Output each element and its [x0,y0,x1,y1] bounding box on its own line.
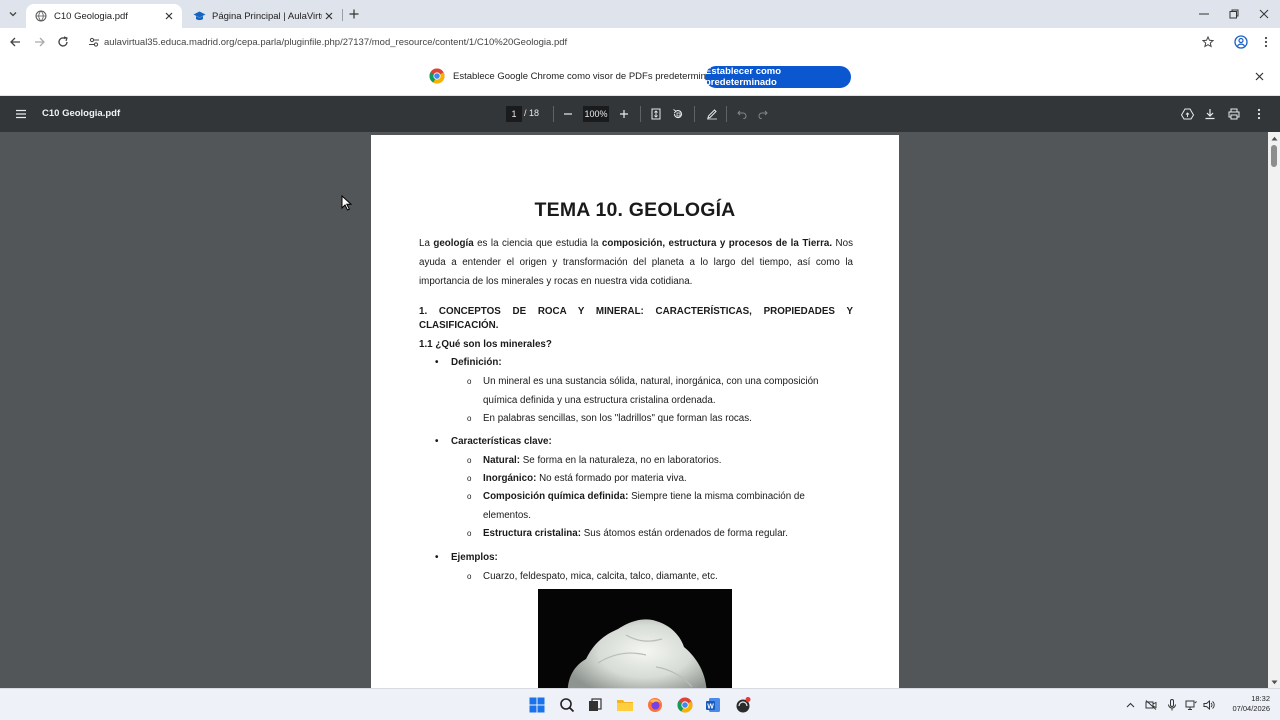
section-heading: 1. CONCEPTOS DE ROCA Y MINERAL: CARACTER… [419,306,853,331]
default-pdf-viewer-infobar: Establece Google Chrome como visor de PD… [0,56,1280,96]
microphone-icon[interactable] [1165,698,1179,712]
list-item: o En palabras sencillas, son los "ladrill… [467,413,752,424]
back-arrow-icon[interactable] [6,33,24,51]
pdf-more-vertical-icon[interactable] [1251,106,1267,122]
list-item: o Estructura cristalina: Sus átomos están… [467,528,788,539]
toolbar-separator [553,106,554,122]
address-bar[interactable]: aulavirtual35.educa.madrid.org/cepa.parl… [80,31,1222,53]
firefox-icon[interactable] [645,695,665,715]
subsection-heading: 1.1 ¿Qué son los minerales? [419,339,552,350]
set-default-button[interactable]: Establecer como predeterminado [705,66,851,88]
toolbar-separator [726,106,727,122]
volume-icon[interactable] [1202,698,1216,712]
svg-text:W: W [707,703,714,710]
profile-icon[interactable] [1232,33,1250,51]
page-total: / 18 [524,108,540,118]
network-icon[interactable] [1184,698,1198,712]
screen: C10 Geologia.pdf Página Principal | Aula… [0,0,1280,720]
camera-off-icon[interactable] [1144,698,1158,712]
zoom-in-icon[interactable] [616,106,632,122]
new-tab-plus-icon[interactable] [345,5,363,23]
redo-icon[interactable] [755,106,771,122]
page-number-input[interactable]: 1 [506,106,522,122]
download-icon[interactable] [1202,106,1218,122]
drive-upload-icon[interactable] [1179,106,1195,122]
pdf-file-name: C10 Geologia.pdf [42,108,121,119]
zoom-out-icon[interactable] [560,106,576,122]
document-title: TEMA 10. GEOLOGÍA [534,199,736,221]
minimize-icon[interactable] [1189,0,1219,28]
tab-divider [342,9,343,21]
reload-icon[interactable] [54,33,72,51]
toolbar-separator [694,106,695,122]
task-view-icon[interactable] [585,695,605,715]
tab-search-icon[interactable] [4,5,22,23]
restore-icon[interactable] [1219,0,1249,28]
vertical-scrollbar[interactable] [1268,132,1280,688]
list-item: o Cuarzo, feldespato, mica, calcita, talc… [467,571,718,582]
pdf-toolbar: C10 Geologia.pdf 1 / 18 100% [0,96,1280,132]
zoom-level-input[interactable]: 100% [583,106,609,122]
pdf-page: TEMA 10. GEOLOGÍA La geología es la cien… [371,135,899,688]
toolbar-separator [640,106,641,122]
list-item: • Definición: [435,357,502,368]
scroll-up-arrow-icon[interactable] [1270,134,1278,142]
graduation-cap-icon [192,9,206,23]
list-item: o Inorgánico: No está formado por materia… [467,473,687,484]
search-icon[interactable] [557,695,577,715]
print-icon[interactable] [1226,106,1242,122]
scroll-down-arrow-icon[interactable] [1270,678,1278,686]
site-info-icon[interactable] [84,32,104,52]
infobar-message: Establece Google Chrome como visor de PD… [453,70,722,82]
infobar-close-icon[interactable] [1252,69,1266,83]
windows-start-icon[interactable] [527,695,547,715]
forward-arrow-icon[interactable] [31,33,49,51]
intro-paragraph: La geología es la ciencia que estudia la… [419,238,853,287]
close-icon[interactable] [322,9,336,23]
chrome-logo-icon [429,68,445,84]
mineral-photo [538,589,732,688]
tab-title: C10 Geologia.pdf [54,10,128,22]
system-clock[interactable]: 18:32 07/04/2026 [1222,694,1270,714]
url-text: aulavirtual35.educa.madrid.org/cepa.parl… [104,36,568,48]
tab-title: Página Principal | AulaVirtual [212,10,322,22]
clock-date: 07/04/2026 [1232,704,1270,713]
tab-aulavirtual[interactable]: Página Principal | AulaVirtual [186,4,342,28]
browser-toolbar: aulavirtual35.educa.madrid.org/cepa.parl… [0,28,1280,56]
list-item: • Características clave: [435,436,552,447]
mouse-cursor-icon [341,194,353,211]
globe-icon [34,9,48,23]
undo-icon[interactable] [734,106,750,122]
tab-pdf[interactable]: C10 Geologia.pdf [26,4,182,28]
annotate-pen-icon[interactable] [704,106,720,122]
chevron-up-icon[interactable] [1123,698,1137,712]
list-item: o Natural: Se forma en la naturaleza, no … [467,455,722,466]
rotate-icon[interactable] [670,106,686,122]
more-vertical-icon[interactable] [1257,33,1275,51]
list-item: o Un mineral es una sustancia sólida, nat… [467,376,819,406]
hamburger-menu-icon[interactable] [13,106,29,122]
file-explorer-icon[interactable] [615,695,635,715]
clock-time: 18:32 [1251,694,1270,703]
tab-strip: C10 Geologia.pdf Página Principal | Aula… [0,0,1280,28]
fit-page-icon[interactable] [648,106,664,122]
windows-taskbar: W 18:32 07/04/2026 [0,688,1280,720]
close-icon[interactable] [162,9,176,23]
app-icon[interactable] [733,695,753,715]
pdf-viewer[interactable]: TEMA 10. GEOLOGÍA La geología es la cien… [0,132,1268,688]
chrome-icon[interactable] [675,695,695,715]
list-item: • Ejemplos: [435,552,498,563]
window-close-icon[interactable] [1249,0,1279,28]
list-item: o Composición química definida: Siempre t… [467,491,805,521]
bookmark-star-icon[interactable] [1199,33,1217,51]
word-icon[interactable]: W [703,695,723,715]
scroll-thumb[interactable] [1271,145,1277,167]
